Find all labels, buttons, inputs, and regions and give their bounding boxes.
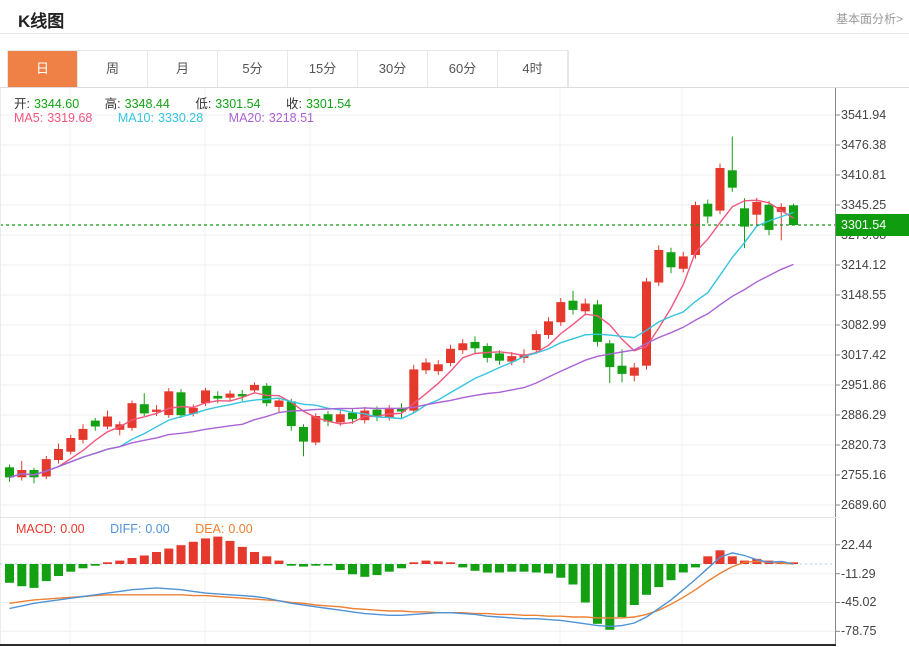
high-label: 高: [104, 97, 121, 111]
diff-value: 0.00 [145, 522, 170, 536]
macd-y-axis-label: -45.02 [841, 595, 877, 610]
open-label: 开: [14, 97, 30, 111]
y-axis-label: 3345.25 [841, 198, 887, 212]
tab-week[interactable]: 周 [78, 51, 148, 87]
ma-legend: MA5: 3319.68 MA10: 3330.28 MA20: 3218.51 [14, 111, 318, 125]
open-value: 3344.60 [33, 97, 80, 111]
dea-value: 0.00 [228, 522, 253, 536]
tab-month[interactable]: 月 [148, 51, 218, 87]
diff-label: DIFF: [110, 522, 142, 536]
y-axis-label: 3148.55 [841, 288, 887, 302]
close-label: 收: [285, 97, 302, 111]
period-tabs: 日 周 月 5分 15分 30分 60分 4时 [7, 50, 569, 87]
tab-60min[interactable]: 60分 [428, 51, 498, 87]
y-axis-label: 3541.94 [841, 108, 887, 122]
header-divider [0, 33, 909, 34]
main-chart-svg[interactable] [0, 88, 909, 517]
low-label: 低: [195, 97, 212, 111]
low-value: 3301.54 [215, 97, 261, 111]
y-axis-label: 3410.81 [841, 168, 887, 182]
y-axis-label: 2820.73 [841, 438, 887, 452]
y-axis-label: 2951.86 [841, 378, 887, 392]
macd-value: 0.00 [60, 522, 85, 536]
y-axis-label: 3476.38 [841, 138, 887, 152]
current-price-tag: 3301.54 [836, 214, 909, 236]
ma10-label: MA10: [117, 111, 154, 125]
ma20-label: MA20: [228, 111, 265, 125]
ma5-value: 3319.68 [47, 111, 93, 125]
y-axis-label: 2689.60 [841, 498, 887, 512]
page-title: K线图 [18, 12, 65, 31]
tab-30min[interactable]: 30分 [358, 51, 428, 87]
tab-day[interactable]: 日 [8, 51, 78, 87]
macd-label: MACD: [16, 522, 57, 536]
y-axis-label: 2755.16 [841, 468, 887, 482]
fundamental-analysis-link[interactable]: 基本面分析> [836, 10, 903, 27]
dea-label: DEA: [195, 522, 225, 536]
macd-legend: MACD: 0.00 DIFF: 0.00 DEA: 0.00 [16, 522, 257, 536]
close-value: 3301.54 [305, 97, 352, 111]
bottom-border [0, 644, 836, 646]
tab-4hour[interactable]: 4时 [498, 51, 568, 87]
ma5-label: MA5: [14, 111, 44, 125]
macd-chart-svg[interactable] [0, 518, 909, 644]
ma10-value: 3330.28 [158, 111, 204, 125]
macd-y-axis-label: -78.75 [841, 624, 877, 639]
ohlc-legend: 开: 3344.60 高: 3348.44 低: 3301.54 收: 3301.54 [14, 93, 355, 112]
y-axis-label: 3017.42 [841, 348, 887, 362]
macd-y-axis-label: 22.44 [841, 537, 873, 552]
y-axis-label: 3082.99 [841, 318, 887, 332]
macd-y-axis-label: -11.29 [841, 566, 876, 581]
ma20-value: 3218.51 [268, 111, 314, 125]
high-value: 3348.44 [124, 97, 170, 111]
tab-5min[interactable]: 5分 [218, 51, 288, 87]
tab-15min[interactable]: 15分 [288, 51, 358, 87]
y-axis-label: 3214.12 [841, 258, 887, 272]
y-axis-label: 2886.29 [841, 408, 887, 422]
kline-app: K线图 基本面分析> 日 周 月 5分 15分 30分 60分 4时 开: 334… [0, 0, 909, 647]
